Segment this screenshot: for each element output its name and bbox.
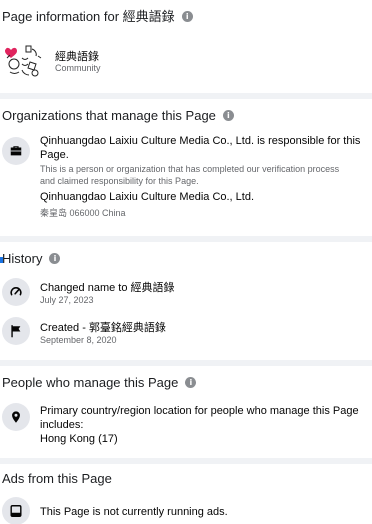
history-card: History i Changed name to 經典語錄 July 27, 2…: [0, 242, 372, 360]
organizations-title: Organizations that manage this Page i: [2, 108, 234, 123]
location-pin-icon: [2, 403, 30, 431]
organizations-card: Organizations that manage this Page i Qin…: [0, 99, 372, 236]
people-location-text: Primary country/region location for peop…: [40, 405, 359, 431]
history-item-date: July 27, 2023: [40, 295, 94, 305]
organization-description: This is a person or organization that ha…: [40, 164, 340, 186]
info-icon[interactable]: i: [222, 110, 234, 122]
organizations-title-text: Organizations that manage this Page: [2, 108, 216, 123]
edit-icon: [2, 278, 30, 306]
briefcase-icon: [2, 137, 30, 165]
flag-icon: [2, 317, 30, 345]
history-title: History i: [2, 251, 61, 266]
people-title: People who manage this Page i: [2, 375, 197, 390]
page-info-title-text: Page information for 經典語錄: [2, 9, 175, 24]
page-avatar-image: [3, 41, 43, 81]
info-icon[interactable]: i: [181, 11, 193, 23]
organization-responsible-text: Qinhuangdao Laixiu Culture Media Co., Lt…: [40, 135, 361, 161]
history-item-date: September 8, 2020: [40, 335, 117, 345]
info-icon[interactable]: i: [185, 377, 197, 389]
page-name[interactable]: 經典語錄: [55, 48, 99, 64]
page-avatar[interactable]: [2, 40, 44, 82]
history-item-label: Changed name to 經典語錄: [40, 282, 175, 294]
page-info-title: Page information for 經典語錄 i: [2, 6, 193, 25]
info-icon[interactable]: i: [49, 253, 61, 265]
people-location-value: Hong Kong (17): [40, 433, 118, 445]
page-category: Community: [55, 63, 101, 73]
people-title-text: People who manage this Page: [2, 375, 179, 390]
history-item-label: Created - 郭臺銘經典語錄: [40, 322, 166, 334]
page-info-header-card: Page information for 經典語錄 i 經典語錄 Communit…: [0, 0, 372, 93]
people-card: People who manage this Page i Primary cou…: [0, 366, 372, 458]
ads-title: Ads from this Page: [2, 471, 112, 486]
organization-name: Qinhuangdao Laixiu Culture Media Co., Lt…: [40, 191, 255, 203]
history-title-text: History: [2, 251, 43, 266]
ads-card: Ads from this Page This Page is not curr…: [0, 464, 372, 524]
ad-icon: [2, 497, 30, 524]
ads-status-text: This Page is not currently running ads.: [40, 506, 228, 518]
organization-address: 秦皇岛 066000 China: [40, 208, 126, 218]
